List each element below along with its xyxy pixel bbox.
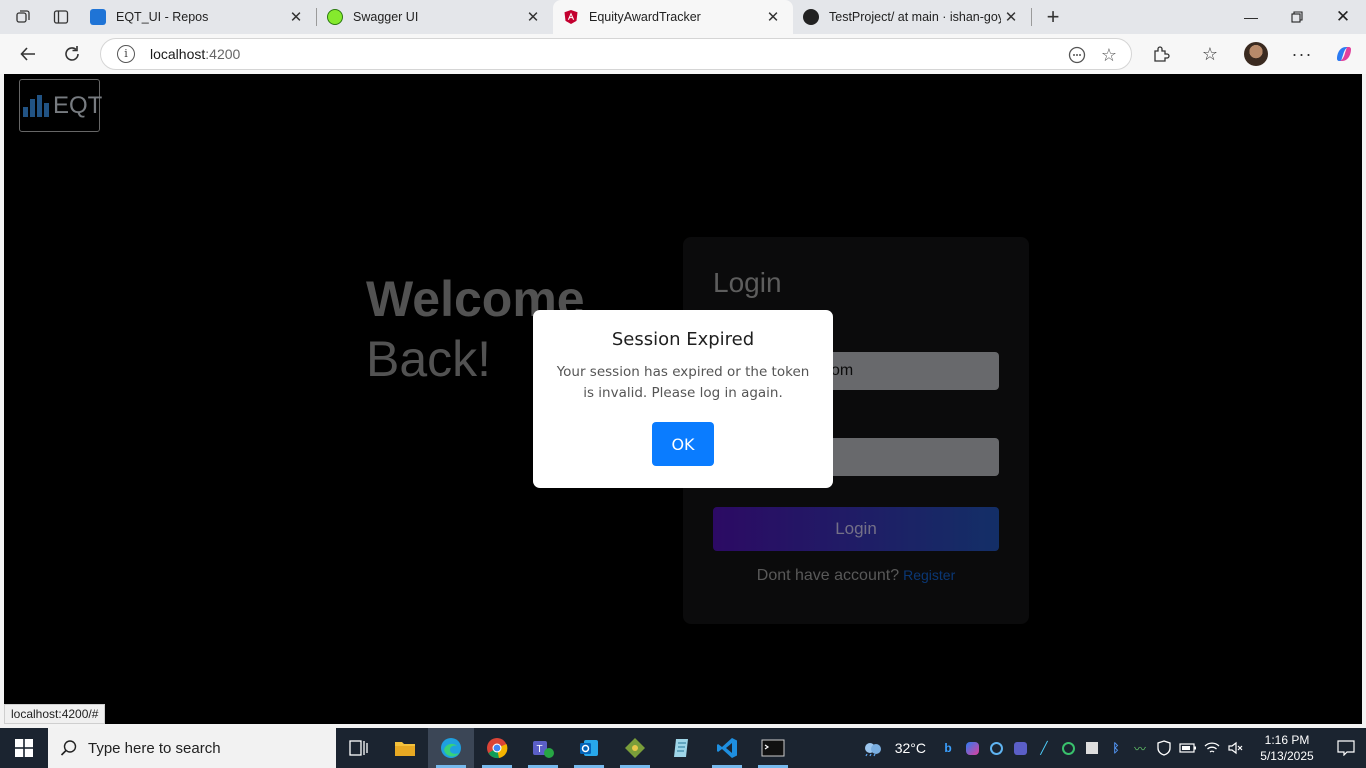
bing-icon[interactable]: b <box>936 728 960 768</box>
extensions-icon[interactable] <box>1143 38 1179 70</box>
favorite-star-icon[interactable]: ☆ <box>1097 43 1121 67</box>
notepad-app-icon[interactable] <box>658 728 704 768</box>
tab-equity-award-tracker[interactable]: EquityAwardTracker ✕ <box>553 0 793 34</box>
search-icon <box>60 740 77 756</box>
system-tray: 32°C b ╱ ᛒ 〰 1:16 PM 5/13/2025 <box>857 728 1366 768</box>
volume-muted-icon[interactable] <box>1224 728 1248 768</box>
teams-icon[interactable]: T <box>520 728 566 768</box>
pen-tray-icon[interactable]: ╱ <box>1032 728 1056 768</box>
close-tab-icon[interactable]: ✕ <box>763 7 783 27</box>
windows-start-icon[interactable] <box>0 728 48 768</box>
profile-avatar[interactable] <box>1238 38 1274 70</box>
more-menu-icon[interactable]: ··· <box>1284 38 1320 70</box>
reading-mode-icon[interactable] <box>1065 43 1089 67</box>
page-viewport: EQT Welcome Back! Login com Login Dont h… <box>4 74 1362 724</box>
security-shield-icon[interactable] <box>1152 728 1176 768</box>
minimize-icon[interactable]: — <box>1228 0 1274 34</box>
session-expired-dialog: Session Expired Your session has expired… <box>533 310 833 488</box>
tab-eqt-ui-repos[interactable]: EQT_UI - Repos ✕ <box>80 0 316 34</box>
close-tab-icon[interactable]: ✕ <box>1001 7 1021 27</box>
windows-taskbar: Type here to search T 32°C b ╱ ᛒ 〰 1:16 … <box>0 728 1366 768</box>
new-tab-icon[interactable]: + <box>1038 2 1068 32</box>
file-explorer-icon[interactable] <box>382 728 428 768</box>
network-activity-icon[interactable]: 〰 <box>1128 728 1152 768</box>
tab-title: TestProject/ at main · ishan-goyal <box>829 10 1001 24</box>
taskbar-search[interactable]: Type here to search <box>48 728 336 768</box>
dialog-message: Your session has expired or the token is… <box>556 364 810 401</box>
browser-tab-strip: EQT_UI - Repos ✕ Swagger UI ✕ EquityAwar… <box>0 0 1366 34</box>
search-placeholder: Type here to search <box>88 739 221 757</box>
chrome-icon[interactable] <box>474 728 520 768</box>
svg-text:T: T <box>537 744 543 755</box>
edge-icon[interactable] <box>428 728 474 768</box>
ok-button[interactable]: OK <box>652 422 714 466</box>
vscode-icon[interactable] <box>704 728 750 768</box>
close-tab-icon[interactable]: ✕ <box>523 7 543 27</box>
notifications-icon[interactable] <box>1326 728 1366 768</box>
copilot-tray-icon[interactable] <box>960 728 984 768</box>
site-info-icon[interactable]: i <box>117 45 135 63</box>
workspaces-icon[interactable] <box>8 2 38 32</box>
refresh-icon[interactable] <box>54 38 90 70</box>
status-url: localhost:4200/# <box>4 704 106 724</box>
close-window-icon[interactable]: ✕ <box>1320 0 1366 34</box>
tab-title: EquityAwardTracker <box>589 10 701 24</box>
tab-divider <box>1031 8 1032 26</box>
weather-temperature: 32°C <box>894 740 926 756</box>
tab-title: Swagger UI <box>353 10 419 24</box>
close-tab-icon[interactable]: ✕ <box>286 7 306 27</box>
browser-toolbar: i localhost:4200 ☆ ☆ ··· <box>0 34 1366 74</box>
address-bar[interactable]: i localhost:4200 ☆ <box>100 38 1132 70</box>
favorites-icon[interactable]: ☆ <box>1192 38 1228 70</box>
bluetooth-icon[interactable]: ᛒ <box>1104 728 1128 768</box>
terminal-icon[interactable] <box>750 728 796 768</box>
edge-tray-icon[interactable] <box>984 728 1008 768</box>
dialog-title: Session Expired <box>611 329 755 350</box>
angular-icon <box>563 9 579 25</box>
teams-tray-icon[interactable] <box>1008 728 1032 768</box>
github-icon <box>803 9 819 25</box>
vpn-tray-icon[interactable] <box>1056 728 1080 768</box>
clock-date: 5/13/2025 <box>1260 749 1314 763</box>
copilot-icon[interactable] <box>1326 38 1362 70</box>
outlook-icon[interactable] <box>566 728 612 768</box>
tab-title: EQT_UI - Repos <box>116 10 209 24</box>
taskbar-clock[interactable]: 1:16 PM 5/13/2025 <box>1248 732 1326 764</box>
task-view-icon[interactable] <box>336 728 382 768</box>
tab-actions-icon[interactable] <box>46 2 76 32</box>
weather-icon[interactable] <box>857 728 889 768</box>
swagger-icon <box>327 9 343 25</box>
wifi-icon[interactable] <box>1200 728 1224 768</box>
address-url: localhost:4200 <box>150 46 241 62</box>
battery-icon[interactable] <box>1176 728 1200 768</box>
back-icon[interactable] <box>10 38 46 70</box>
restore-icon[interactable] <box>1274 0 1320 34</box>
azure-devops-icon <box>90 9 106 25</box>
app-tray-icon[interactable] <box>1080 728 1104 768</box>
tab-swagger-ui[interactable]: Swagger UI ✕ <box>317 0 553 34</box>
clock-time: 1:16 PM <box>1264 733 1310 747</box>
git-extensions-icon[interactable] <box>612 728 658 768</box>
tab-github-testproject[interactable]: TestProject/ at main · ishan-goyal ✕ <box>793 0 1031 34</box>
